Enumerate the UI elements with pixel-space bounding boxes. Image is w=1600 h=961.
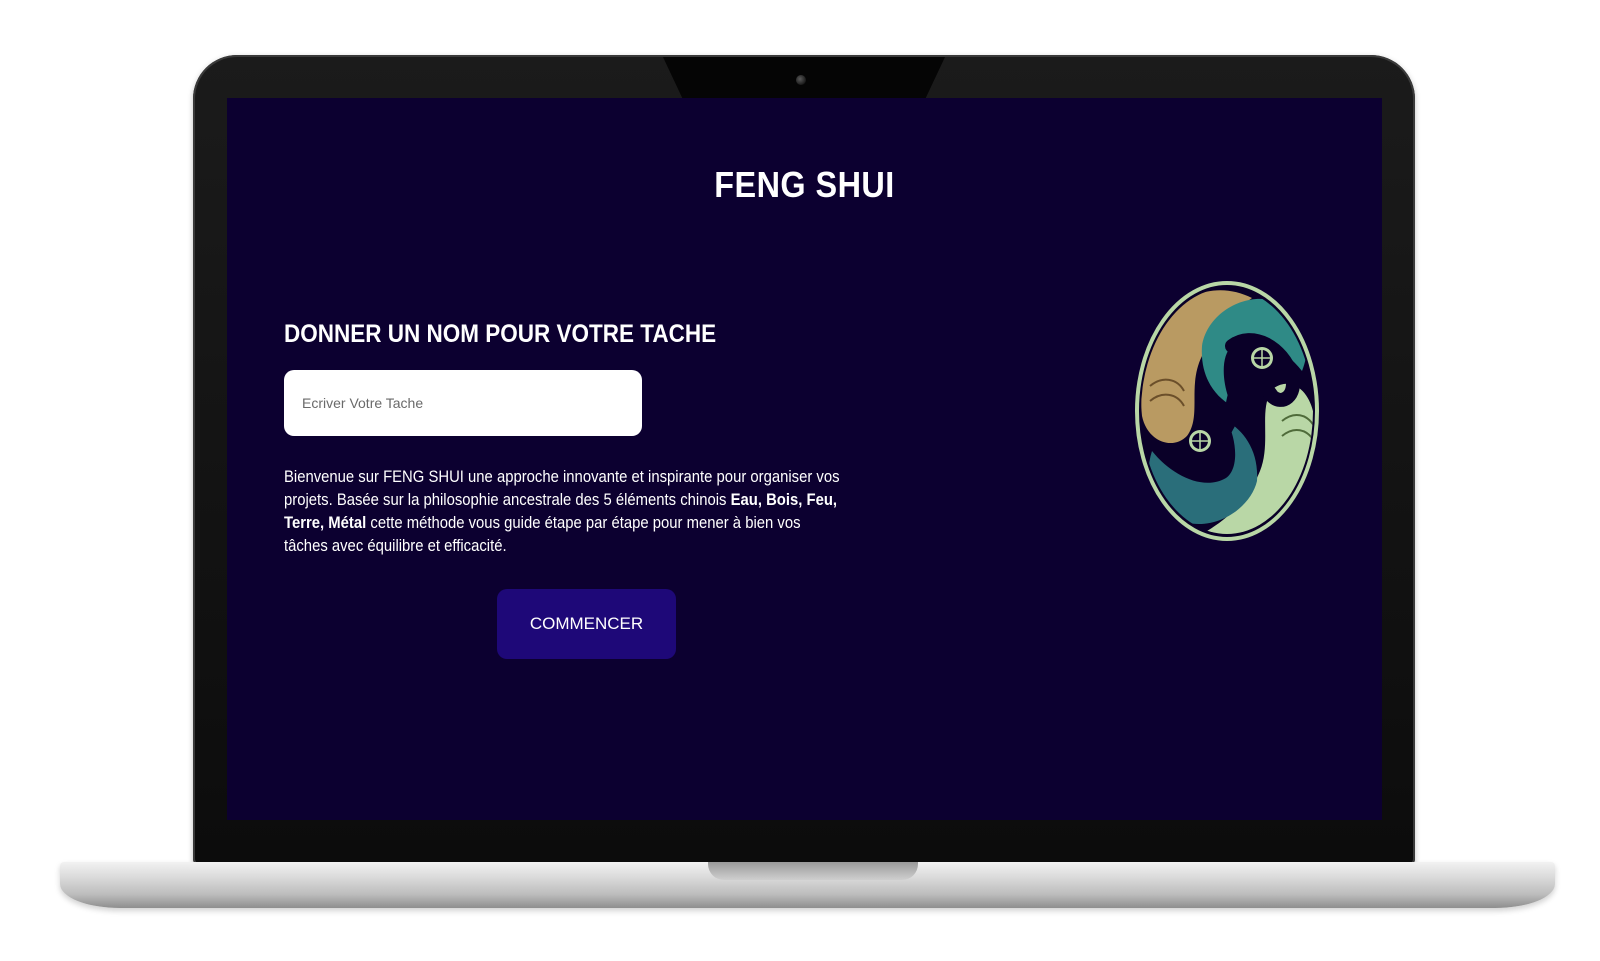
camera-icon (796, 75, 806, 85)
laptop-opening-notch (708, 862, 918, 880)
task-name-input[interactable] (284, 370, 642, 436)
laptop-lid: FENG SHUI DONNER UN NOM POUR VOTRE TACHE… (193, 55, 1415, 865)
intro-description: Bienvenue sur FENG SHUI une approche inn… (284, 466, 842, 558)
laptop-base (60, 862, 1555, 908)
laptop-mockup: FENG SHUI DONNER UN NOM POUR VOTRE TACHE… (0, 0, 1600, 961)
page-title: FENG SHUI (714, 164, 895, 205)
app-screen: FENG SHUI DONNER UN NOM POUR VOTRE TACHE… (227, 98, 1382, 820)
start-button[interactable]: COMMENCER (497, 589, 676, 659)
task-form-heading: DONNER UN NOM POUR VOTRE TACHE (284, 320, 717, 348)
yin-yang-koi-logo-icon (1135, 281, 1319, 541)
